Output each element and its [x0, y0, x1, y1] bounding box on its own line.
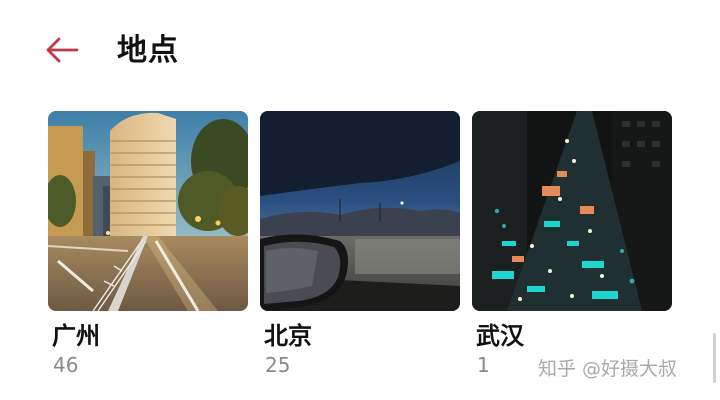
album-grid: 广州 46 北京 25 武汉 1: [48, 111, 678, 381]
page-title: 地点: [117, 33, 179, 68]
arrow-left-icon: [46, 37, 79, 63]
album-count: 1: [477, 353, 490, 377]
watermark: 知乎 @好摄大叔: [538, 358, 678, 380]
album-thumbnail[interactable]: [472, 111, 672, 311]
scrollbar[interactable]: [713, 333, 716, 383]
back-button[interactable]: [40, 30, 84, 70]
album-name: 武汉: [476, 322, 524, 350]
album-beijing[interactable]: 北京 25: [260, 111, 460, 381]
places-screen: 地点 广州 46 北京 25 武汉 1 知乎 @好摄大叔: [0, 0, 720, 400]
album-thumbnail[interactable]: [260, 111, 460, 311]
album-guangzhou[interactable]: 广州 46: [48, 111, 248, 381]
album-name: 广州: [52, 322, 100, 350]
night-market-photo: [472, 111, 672, 311]
header: 地点: [0, 0, 720, 100]
city-street-photo: [48, 111, 248, 311]
album-thumbnail[interactable]: [48, 111, 248, 311]
album-name: 北京: [264, 322, 312, 350]
album-count: 25: [265, 353, 291, 377]
album-count: 46: [53, 353, 79, 377]
album-wuhan[interactable]: 武汉 1: [472, 111, 672, 381]
car-mirror-photo: [260, 111, 460, 311]
